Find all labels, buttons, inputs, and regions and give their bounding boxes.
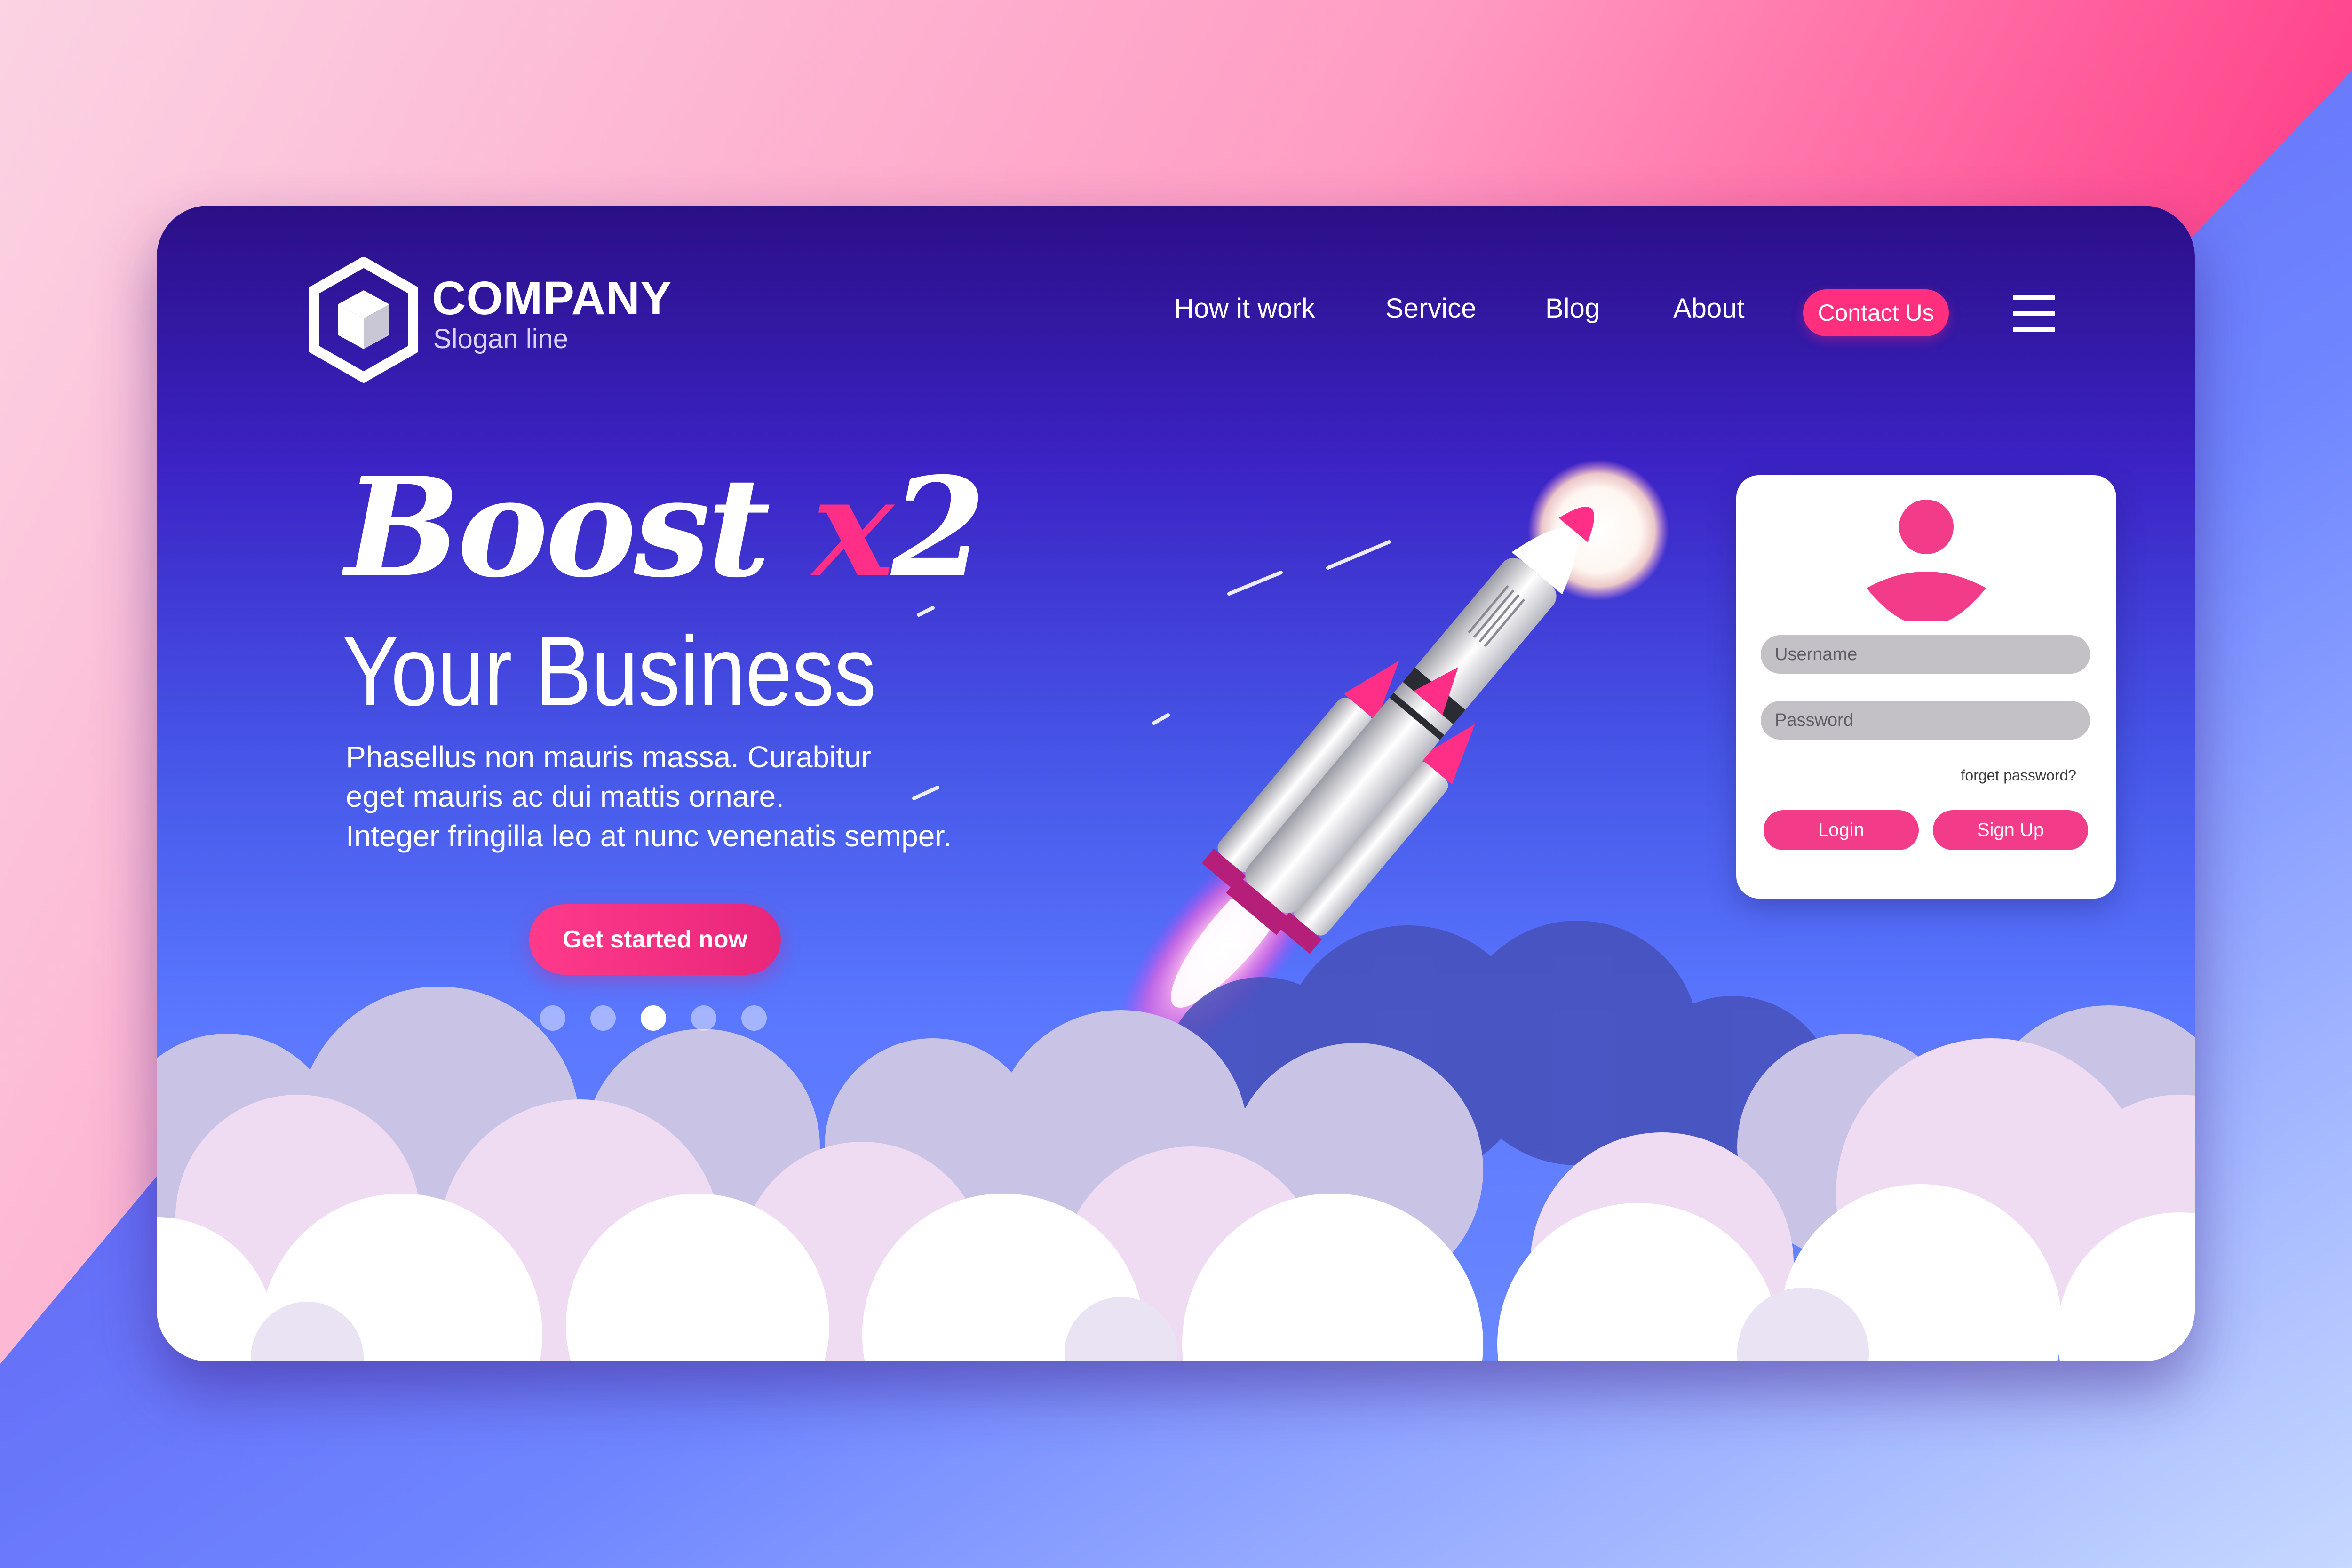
login-panel: Username Password forget password? Login… — [1736, 475, 2116, 899]
hero-subtitle: Your Business — [342, 616, 876, 726]
username-input[interactable]: Username — [1761, 635, 2090, 674]
carousel-dots — [540, 1005, 775, 1034]
hero-title-accent: x — [812, 448, 894, 608]
login-button[interactable]: Login — [1764, 810, 1919, 850]
user-avatar-icon — [1867, 500, 1986, 621]
carousel-dot[interactable] — [691, 1005, 716, 1031]
carousel-dot[interactable] — [540, 1005, 565, 1031]
get-started-button[interactable]: Get started now — [529, 904, 781, 975]
carousel-dot[interactable] — [641, 1005, 666, 1031]
brand-name: COMPANY — [432, 272, 672, 325]
nav-about[interactable]: About — [1673, 295, 1745, 322]
landing-card: COMPANY Slogan line How it work Service … — [157, 206, 2195, 1361]
nav-how-it-work[interactable]: How it work — [1174, 295, 1315, 322]
hero-title-number: 2 — [891, 448, 986, 608]
carousel-dot[interactable] — [741, 1005, 767, 1031]
hamburger-menu-icon[interactable] — [2013, 295, 2055, 333]
nav-service[interactable]: Service — [1385, 295, 1476, 322]
hero-title-word: Boost — [345, 448, 771, 608]
forget-password-link[interactable]: forget password? — [1961, 767, 2076, 784]
hero-description-line: Phasellus non mauris massa. Curabitur — [346, 740, 871, 774]
hero-description: Phasellus non mauris massa. Curabitur eg… — [346, 737, 1051, 856]
password-input[interactable]: Password — [1761, 701, 2090, 740]
hero-description-line: eget mauris ac dui mattis ornare. — [346, 780, 784, 813]
logo[interactable]: COMPANY Slogan line — [307, 257, 731, 398]
sign-up-button[interactable]: Sign Up — [1933, 810, 2088, 850]
nav-blog[interactable]: Blog — [1545, 295, 1600, 322]
brand-slogan: Slogan line — [433, 324, 568, 354]
hero-title: Boost x2 — [345, 460, 986, 596]
hero-description-line: Integer fringilla leo at nunc venenatis … — [346, 819, 952, 853]
hexagon-cube-icon — [309, 257, 418, 383]
carousel-dot[interactable] — [590, 1005, 616, 1031]
contact-us-button[interactable]: Contact Us — [1803, 289, 1949, 336]
